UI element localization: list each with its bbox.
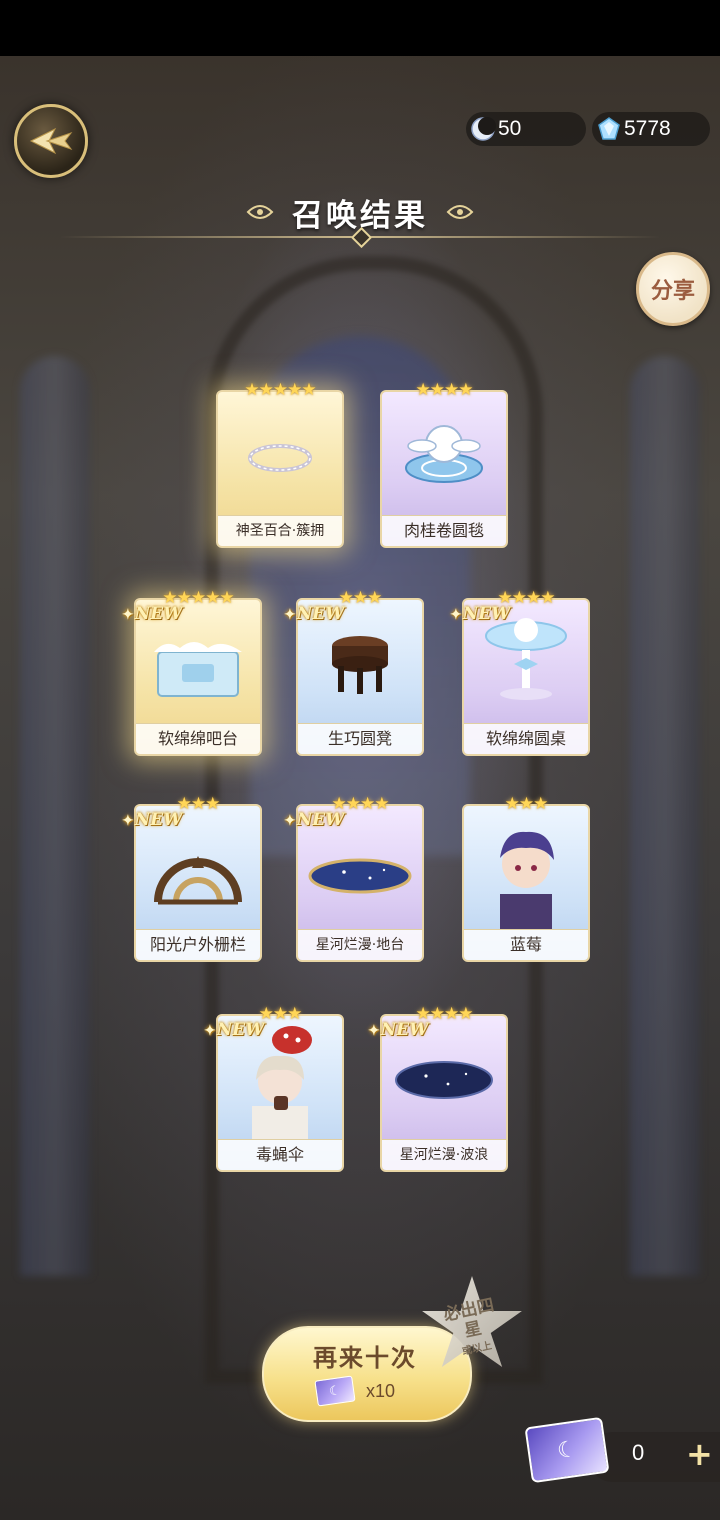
result-card[interactable]: 软绵绵圆桌 ★★★★ ✦NEW — [450, 588, 590, 756]
moon-currency: 50 — [466, 112, 586, 146]
result-card[interactable]: 星河烂漫·波浪 ★★★★ ✦NEW — [368, 1004, 508, 1172]
card-frame: 蓝莓 — [462, 804, 590, 962]
moon-icon — [470, 116, 496, 142]
page-header: 召唤结果 — [0, 190, 720, 250]
star-rating: ★★★★ — [415, 380, 474, 400]
summon-cost: ☾ x10 — [314, 1375, 396, 1407]
card-name: 星河烂漫·波浪 — [382, 1139, 506, 1170]
gem-icon — [596, 116, 622, 142]
guarantee-badge: 必出四星 或以上 — [420, 1276, 524, 1376]
background-pillar — [20, 356, 90, 1276]
result-card[interactable]: 生巧圆凳 ★★★ ✦NEW — [284, 588, 424, 756]
result-card[interactable]: 神圣百合·簇拥 ★★★★★ — [216, 380, 344, 548]
background-scene — [0, 56, 720, 1520]
card-name: 软绵绵吧台 — [136, 723, 260, 754]
gem-currency: 5778 — [592, 112, 710, 146]
card-name: 蓝莓 — [464, 929, 588, 960]
guarantee-text: 必出四星 或以上 — [441, 1295, 496, 1358]
cinnamon-roll-rug-icon — [382, 392, 506, 516]
new-badge: ✦NEW — [204, 1020, 265, 1040]
new-badge: ✦NEW — [368, 1020, 429, 1040]
card-frame: 神圣百合·簇拥 — [216, 390, 344, 548]
card-name: 软绵绵圆桌 — [464, 723, 588, 754]
result-card[interactable]: 阳光户外栅栏 ★★★ ✦NEW — [122, 794, 262, 962]
star-rating: ★★★ — [504, 794, 549, 814]
back-arrow-icon — [29, 127, 73, 155]
result-card[interactable]: 蓝莓 ★★★ — [462, 794, 590, 962]
card-name: 阳光户外栅栏 — [136, 929, 260, 960]
new-badge: ✦NEW — [284, 810, 345, 830]
card-frame: 肉桂卷圆毯 — [380, 390, 508, 548]
card-name: 神圣百合·簇拥 — [218, 515, 342, 546]
new-badge: ✦NEW — [122, 810, 183, 830]
card-name: 生巧圆凳 — [298, 723, 422, 754]
background-pillar — [630, 356, 700, 1276]
share-label: 分享 — [650, 279, 695, 304]
result-card[interactable]: 毒蝇伞 ★★★ ✦NEW — [204, 1004, 344, 1172]
new-badge: ✦NEW — [122, 604, 183, 624]
gem-currency-value: 5778 — [624, 117, 671, 140]
character-portrait-icon — [464, 806, 588, 930]
lily-wreath-icon — [218, 392, 342, 516]
summon-ticket-icon: ☾ — [524, 1416, 610, 1484]
summon-ticket-icon: ☾ — [314, 1375, 356, 1407]
moon-currency-value: 50 — [498, 117, 522, 140]
back-button[interactable] — [14, 104, 88, 178]
share-button[interactable]: 分享 — [636, 252, 710, 326]
new-badge: ✦NEW — [450, 604, 511, 624]
status-bar — [0, 0, 720, 56]
add-ticket-button[interactable]: + — [686, 1434, 713, 1474]
card-name: 星河烂漫·地台 — [298, 929, 422, 960]
result-card[interactable]: 软绵绵吧台 ★★★★★ ✦NEW — [122, 588, 262, 756]
card-name: 肉桂卷圆毯 — [382, 515, 506, 546]
result-card[interactable]: 星河烂漫·地台 ★★★★ ✦NEW — [284, 794, 424, 962]
card-name: 毒蝇伞 — [218, 1139, 342, 1170]
summon-cost-value: x10 — [366, 1380, 396, 1401]
leaf-ornament-icon — [446, 205, 474, 219]
ticket-count-value: 0 — [632, 1440, 645, 1465]
result-card[interactable]: 肉桂卷圆毯 ★★★★ — [380, 380, 508, 548]
star-rating: ★★★★★ — [244, 380, 316, 400]
new-badge: ✦NEW — [284, 604, 345, 624]
ticket-inventory: ☾ 0 + — [524, 1416, 720, 1488]
